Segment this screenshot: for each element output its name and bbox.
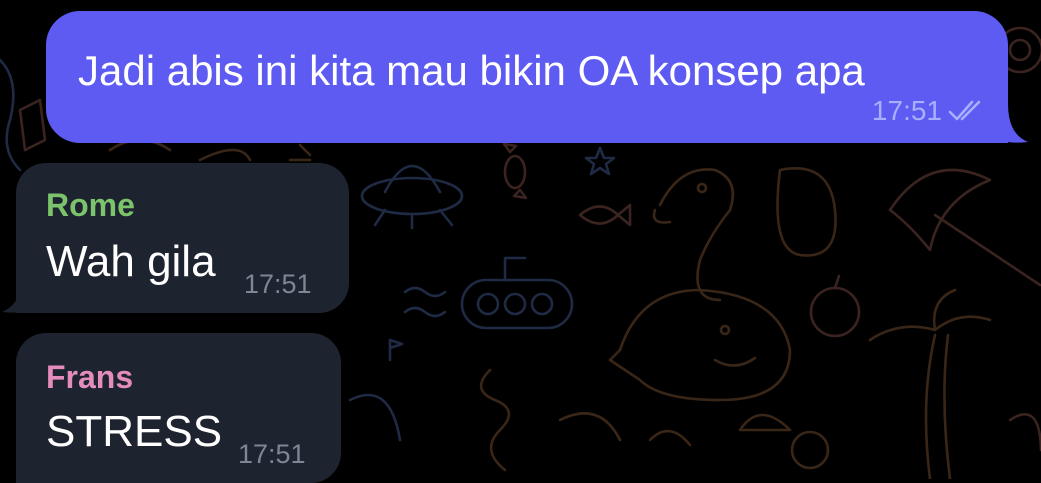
palm-tree-doodle-icon (868, 288, 992, 479)
incoming-bubble-tail (2, 274, 30, 313)
message-text: Jadi abis ini kita mau bikin OA konsep a… (78, 47, 865, 94)
sender-name[interactable]: Frans (46, 359, 133, 395)
message-time: 17:51 (244, 269, 312, 299)
apple-doodle-icon (809, 274, 861, 338)
incoming-message-bubble[interactable]: Rome Wah gila 17:51 (16, 163, 349, 313)
submarine-doodle-icon (403, 256, 574, 330)
message-text: STRESS (46, 407, 223, 456)
ufo-doodle-icon (360, 164, 464, 230)
umbrella-doodle-icon (888, 168, 1041, 287)
star-doodle-icon (584, 146, 616, 176)
message-time: 17:51 (871, 95, 942, 126)
orange-slice-doodle-icon (738, 413, 830, 470)
candy-doodle-icon (502, 142, 528, 200)
whale-doodle-icon (608, 288, 792, 402)
outgoing-bubble-tail (1000, 104, 1028, 143)
incoming-message-bubble[interactable]: Frans STRESS 17:51 (16, 333, 341, 483)
fish-doodle-icon (578, 203, 632, 227)
message-time: 17:51 (238, 439, 306, 469)
message-text: Wah gila (46, 237, 216, 286)
message-meta: 17:51 (872, 95, 988, 127)
sender-name[interactable]: Rome (46, 187, 135, 223)
outgoing-message-bubble[interactable]: Jadi abis ini kita mau bikin OA konsep a… (46, 11, 1008, 143)
dinosaur-doodle-icon (652, 168, 735, 302)
double-check-icon (948, 100, 981, 121)
